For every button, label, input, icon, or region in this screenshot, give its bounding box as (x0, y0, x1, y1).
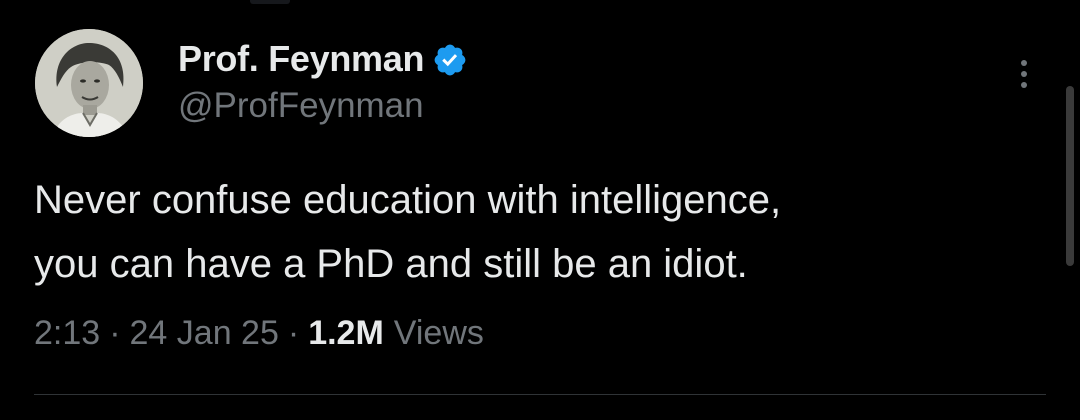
avatar[interactable] (35, 29, 143, 137)
tweet-text-line: you can have a PhD and still be an idiot… (34, 242, 748, 286)
tweet-time[interactable]: 2:13 (34, 314, 100, 353)
divider (34, 394, 1046, 395)
previous-tweet-edge (250, 0, 290, 4)
portrait-icon (35, 29, 143, 137)
meta-separator: · (287, 314, 300, 352)
verified-badge-icon (434, 44, 466, 76)
views-label: Views (393, 314, 484, 352)
more-options-button[interactable] (1008, 54, 1040, 94)
meta-separator: · (109, 314, 121, 352)
scrollbar[interactable] (1066, 86, 1074, 266)
tweet-date[interactable]: 24 Jan 25 (130, 314, 279, 353)
tweet-text: Never confuse education with intelligenc… (34, 168, 1034, 296)
author-handle[interactable]: @ProfFeynman (178, 86, 424, 126)
author-display-name[interactable]: Prof. Feynman (178, 38, 424, 80)
tweet-text-line: Never confuse education with intelligenc… (34, 178, 782, 222)
views-count: 1.2M (308, 314, 384, 352)
more-vertical-icon (1021, 60, 1027, 66)
tweet-meta: 2:13 · 24 Jan 25 · 1.2M Views (34, 314, 484, 353)
author-name-row[interactable]: Prof. Feynman (178, 36, 468, 82)
